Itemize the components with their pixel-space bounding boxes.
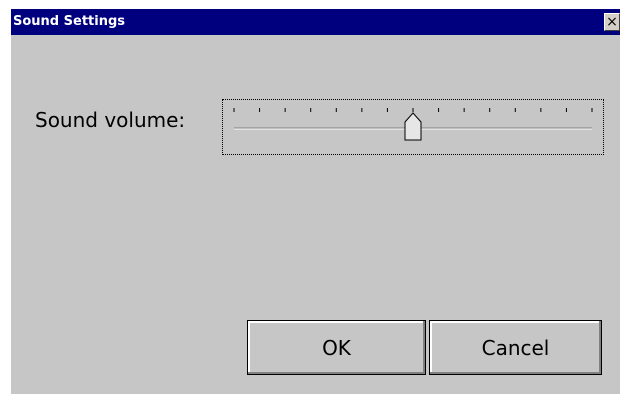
volume-slider-thumb[interactable] [404, 112, 422, 141]
volume-slider[interactable] [222, 99, 604, 155]
sound-settings-dialog: Sound Settings × Sound volume: OK Cancel [11, 9, 620, 394]
cancel-button[interactable]: Cancel [429, 320, 602, 375]
ok-button[interactable]: OK [247, 320, 426, 375]
close-button[interactable]: × [604, 13, 620, 31]
sound-volume-label: Sound volume: [35, 108, 186, 132]
title-bar[interactable]: Sound Settings × [11, 9, 620, 35]
window-title: Sound Settings [13, 14, 125, 29]
volume-slider-graphic [233, 108, 593, 141]
